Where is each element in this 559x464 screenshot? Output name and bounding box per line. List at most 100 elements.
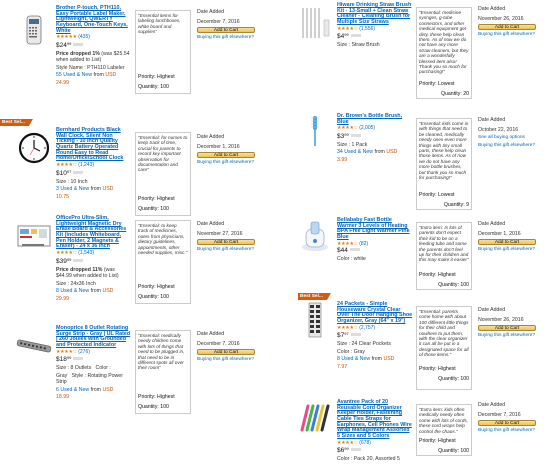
product-image-shoe-organizer[interactable] [297,302,333,338]
rating-stars[interactable]: ★★★★★ [56,34,77,40]
product-image-cord-organizer[interactable] [297,400,333,436]
quantity-value[interactable]: 100 [160,404,169,410]
buying-elsewhere-link[interactable]: Buying this gift elsewhere? [478,428,556,433]
quantity-value[interactable]: 100 [460,282,469,288]
quantity-value[interactable]: 100 [160,206,169,212]
see-all-buying-options-link[interactable]: See all buying options [478,135,556,141]
priority-value[interactable]: Highest [157,284,175,290]
priority-value[interactable]: Lowest [438,81,454,87]
review-count[interactable]: (1,543) [78,250,94,256]
style-label: Size : [337,42,350,49]
buying-elsewhere-link[interactable]: Buying this gift elsewhere? [197,247,275,252]
date-added: December 7, 2016 [197,340,240,347]
buying-elsewhere-link[interactable]: Buying this gift elsewhere? [478,32,556,37]
product-price: $399 [337,132,413,141]
product-image-bottle-warmer[interactable] [297,218,333,254]
product-image-clock[interactable] [16,130,52,166]
quantity-value[interactable]: 9 [466,202,469,208]
buying-elsewhere-link[interactable]: Buying this gift elsewhere? [197,35,275,40]
product-image-bottle-brush[interactable] [297,114,333,150]
style-label: Color : [337,256,353,263]
date-added-label: Date Added [197,9,225,15]
used-new-link[interactable]: 8 Used & New [56,288,89,294]
used-new-link[interactable]: 34 Used & New [337,149,373,155]
product-title[interactable]: Hiware Drinking Straw Brush Kit - 13-Sma… [337,2,413,26]
used-new-link[interactable]: 3 Used & New [56,186,89,192]
product-title[interactable]: Avantree Pack of 20 Reusable Cord Organi… [337,399,413,440]
quantity-value[interactable]: 100 [460,376,469,382]
product-image-surge-strip[interactable] [16,328,52,364]
review-count[interactable]: (435) [78,34,90,40]
straw-brush-icon [302,8,330,38]
review-count[interactable]: (276) [78,349,90,355]
rating-stars[interactable]: ★★★★☆ [56,162,77,168]
rating-stars[interactable]: ★★★★☆ [337,125,358,131]
rating-stars[interactable]: ★★★★☆ [337,440,358,446]
add-to-cart-button[interactable]: Add to Cart [197,349,255,355]
used-price: 29.99 [56,295,69,302]
add-to-cart-button[interactable]: Add to Cart [478,325,536,331]
product-title[interactable]: Bellababy Fast Bottle Warmer 3 Levels of… [337,217,413,241]
priority-value[interactable]: Highest [157,394,175,400]
product-title[interactable]: Dr. Brown's Bottle Brush, Blue [337,113,413,125]
comment-text: "Essential: parents come home with about… [419,309,469,358]
rating-stars[interactable]: ★★★★☆ [56,250,77,256]
priority-value[interactable]: Highest [438,438,456,444]
used-new-link[interactable]: 6 Used & New [56,387,89,393]
buying-elsewhere-link[interactable]: Buying this gift elsewhere? [197,160,275,165]
buying-elsewhere-link[interactable]: Buying this gift elsewhere? [478,143,556,148]
rating-stars[interactable]: ★★★★☆ [56,349,77,355]
product-title[interactable]: OfficePro Ultra-Slim, Lightweight Magnet… [56,215,132,250]
review-count[interactable]: (2,005) [359,125,375,131]
quantity-value[interactable]: 100 [160,84,169,90]
quantity-value[interactable]: 20 [463,91,469,97]
add-to-cart-button[interactable]: Add to Cart [197,27,255,33]
priority-value[interactable]: Lowest [438,192,454,198]
priority-value[interactable]: Highest [157,196,175,202]
review-count[interactable]: (2,757) [359,325,375,331]
used-new-link[interactable]: 55 Used & New [56,72,92,78]
product-title[interactable]: Monoprice 8 Outlet Rotating Surge Strip … [56,325,132,349]
date-added-label: Date Added [478,221,506,227]
date-added: November 26, 2016 [478,15,524,22]
priority-value[interactable]: Highest [157,74,175,80]
add-to-cart-button[interactable]: Add to Cart [478,420,536,426]
prime-badge [73,258,84,262]
review-count[interactable]: (1,556) [359,26,375,32]
quantity-value[interactable]: 100 [160,294,169,300]
used-price: 24.99 [56,79,69,86]
buying-elsewhere-link[interactable]: Buying this gift elsewhere? [478,333,556,338]
buying-elsewhere-link[interactable]: Buying this gift elsewhere? [197,357,275,362]
product-title[interactable]: Brother P-touch, PTH110, Easy Portable L… [56,5,132,34]
priority-value[interactable]: Highest [438,366,456,372]
review-count[interactable]: (82) [359,241,368,247]
product-image-label-maker[interactable] [16,12,52,48]
product-info: Bellababy Fast Bottle Warmer 3 Levels of… [337,217,413,263]
add-to-cart-button[interactable]: Add to Cart [197,239,255,245]
buying-elsewhere-link[interactable]: Buying this gift elsewhere? [478,247,556,252]
review-count[interactable]: (1,243) [78,162,94,168]
rating-stars[interactable]: ★★★★☆ [337,325,358,331]
add-to-cart-button[interactable]: Add to Cart [478,24,536,30]
product-title[interactable]: 24 Packets - Simple Houseware Crystal Cl… [337,301,413,325]
used-price: 10.75 [56,193,69,200]
add-to-cart-button[interactable]: Add to Cart [478,239,536,245]
quantity-value[interactable]: 100 [460,448,469,454]
cord-organizer-icon [300,404,330,432]
product-price: $499 [337,32,413,41]
rating-stars[interactable]: ★★★★☆ [337,26,358,32]
add-to-cart-button[interactable]: Add to Cart [197,152,255,158]
product-title[interactable]: Bernhard Products Black Wall Clock, Sile… [56,127,132,162]
product-image-whiteboard[interactable] [16,218,52,254]
review-count[interactable]: (678) [359,440,371,446]
date-added-section: Date Added November 26, 2016 Add to Cart… [478,6,556,37]
used-new-link[interactable]: 8 Used & New [337,356,370,362]
priority-value[interactable]: Highest [438,272,456,278]
date-added-label: Date Added [478,6,506,12]
product-image-straw-brush[interactable] [297,5,333,41]
rating-stars[interactable]: ★★★★☆ [337,241,358,247]
best-seller-badge: Best Sel... [0,119,33,126]
product-price: $44 [337,247,413,255]
price-drop-label: Price dropped 11% [56,266,103,273]
style-value: 24x36 Inch [70,280,96,287]
